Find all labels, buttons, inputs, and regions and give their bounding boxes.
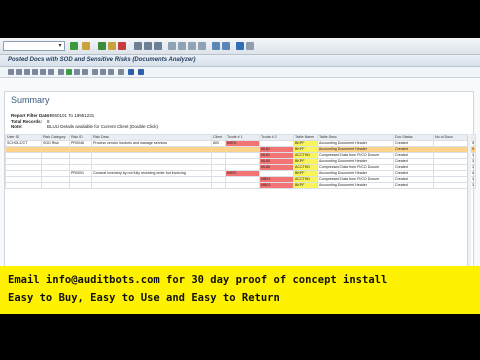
find-icon[interactable] bbox=[144, 42, 152, 50]
promo-line-email: Email info@auditbots.com for 30 day proo… bbox=[8, 274, 388, 286]
word-processing-icon[interactable] bbox=[74, 69, 80, 75]
next-page-icon[interactable] bbox=[188, 42, 196, 50]
new-session-icon[interactable] bbox=[212, 42, 220, 50]
report-meta: Report Filter Date : 19950101 To 1995123… bbox=[11, 113, 158, 130]
results-table: User ID Risk Category Risk ID Risk Desc … bbox=[5, 134, 476, 189]
exit-icon[interactable] bbox=[108, 42, 116, 50]
promo-line-tagline: Easy to Buy, Easy to Use and Easy to Ret… bbox=[8, 292, 280, 304]
print-icon[interactable] bbox=[134, 42, 142, 50]
sum-icon[interactable] bbox=[40, 69, 46, 75]
sort-descending-icon[interactable] bbox=[24, 69, 30, 75]
first-page-icon[interactable] bbox=[168, 42, 176, 50]
help-icon[interactable] bbox=[236, 42, 244, 50]
back-icon[interactable] bbox=[98, 42, 106, 50]
local-file-icon[interactable] bbox=[82, 69, 88, 75]
last-page-icon[interactable] bbox=[198, 42, 206, 50]
chevron-down-icon[interactable]: ▾ bbox=[57, 43, 63, 49]
table-header-row: User ID Risk Category Risk ID Risk Desc … bbox=[5, 134, 476, 141]
table-row[interactable]: MB01 BKPF Accounting Document Header Cre… bbox=[5, 182, 476, 189]
filter-icon[interactable] bbox=[32, 69, 38, 75]
summary-heading: Summary bbox=[11, 95, 50, 105]
cell-tcode-1[interactable] bbox=[225, 182, 260, 189]
application-toolbar bbox=[0, 67, 480, 78]
title-bar: Posted Docs with SOD and Sensitive Risks… bbox=[0, 55, 480, 67]
cell-risk-category[interactable] bbox=[41, 182, 70, 189]
note-label: Note: bbox=[11, 124, 23, 129]
info-icon[interactable] bbox=[128, 69, 134, 75]
find-next-icon[interactable] bbox=[154, 42, 162, 50]
cell-risk-id[interactable] bbox=[69, 182, 92, 189]
system-toolbar: ▾ bbox=[0, 38, 480, 55]
command-field[interactable]: ▾ bbox=[3, 41, 65, 51]
promo-banner: Email info@auditbots.com for 30 day proo… bbox=[0, 266, 480, 314]
cell-tcode-2[interactable]: MB01 bbox=[259, 182, 294, 189]
note-value: BLUU Details available for Current Clien… bbox=[47, 124, 159, 129]
print-preview-icon[interactable] bbox=[58, 69, 64, 75]
vertical-scrollbar[interactable] bbox=[467, 134, 471, 284]
cell-doc-status[interactable]: Created bbox=[393, 182, 434, 189]
sort-ascending-icon[interactable] bbox=[16, 69, 22, 75]
cell-table-name[interactable]: BKPF bbox=[293, 182, 318, 189]
video-frame: ▾ Posted Docs with SOD and Sensitive Ris… bbox=[0, 0, 480, 360]
select-layout-icon[interactable] bbox=[100, 69, 106, 75]
page-title: Posted Docs with SOD and Sensitive Risks… bbox=[8, 57, 196, 63]
cancel-icon[interactable] bbox=[118, 42, 126, 50]
report-filter-value: 19950101 To 19951231 bbox=[47, 113, 95, 118]
cell-table-desc[interactable]: Accounting Document Header bbox=[317, 182, 394, 189]
sap-window: ▾ Posted Docs with SOD and Sensitive Ris… bbox=[0, 38, 480, 296]
shortcut-icon[interactable] bbox=[222, 42, 230, 50]
layout-icon[interactable] bbox=[246, 42, 254, 50]
change-layout-icon[interactable] bbox=[92, 69, 98, 75]
subtotal-icon[interactable] bbox=[48, 69, 54, 75]
cell-user-id[interactable] bbox=[5, 182, 42, 189]
column-header[interactable]: Table Name bbox=[293, 134, 318, 141]
save-icon[interactable] bbox=[82, 42, 90, 50]
export-excel-icon[interactable] bbox=[66, 69, 72, 75]
save-layout-icon[interactable] bbox=[108, 69, 114, 75]
report-area: Summary Report Filter Date : 19950101 To… bbox=[0, 78, 480, 296]
cell-client[interactable] bbox=[211, 182, 226, 189]
previous-page-icon[interactable] bbox=[178, 42, 186, 50]
cell-risk-desc[interactable] bbox=[91, 182, 212, 189]
graphic-icon[interactable] bbox=[118, 69, 124, 75]
column-header[interactable]: Risk Category bbox=[41, 134, 70, 141]
details-icon[interactable] bbox=[8, 69, 14, 75]
enter-icon[interactable] bbox=[70, 42, 78, 50]
refresh-icon[interactable] bbox=[138, 69, 144, 75]
